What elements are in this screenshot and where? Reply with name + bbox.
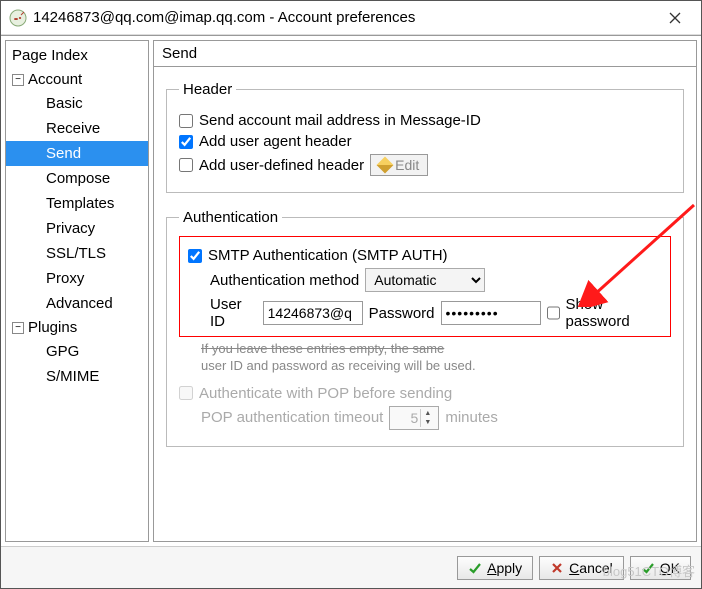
tree-header: Page Index bbox=[6, 43, 148, 68]
cancel-rest: ancel bbox=[579, 560, 612, 576]
spinner-buttons: ▲ ▼ bbox=[420, 409, 434, 427]
tree-item-privacy[interactable]: Privacy bbox=[6, 216, 148, 241]
close-icon bbox=[669, 12, 681, 24]
user-agent-label: Add user agent header bbox=[199, 133, 352, 150]
tree-item-compose[interactable]: Compose bbox=[6, 166, 148, 191]
pop-timeout-spinner: ▲ ▼ bbox=[389, 406, 439, 430]
collapse-icon[interactable]: − bbox=[12, 322, 24, 334]
edit-button-label: Edit bbox=[395, 157, 419, 173]
ok-rest: K bbox=[671, 560, 680, 576]
auth-hint: If you leave these entries empty, the sa… bbox=[201, 341, 671, 375]
auth-method-select[interactable]: Automatic bbox=[365, 268, 485, 292]
ok-icon bbox=[641, 561, 655, 575]
auth-hint-line2: user ID and password as receiving will b… bbox=[201, 358, 476, 373]
tree-item-receive[interactable]: Receive bbox=[6, 116, 148, 141]
pencil-icon bbox=[377, 157, 394, 174]
password-input[interactable] bbox=[441, 301, 541, 325]
user-defined-checkbox[interactable]: Add user-defined header bbox=[179, 157, 364, 174]
pane-body: Header Send account mail address in Mess… bbox=[153, 67, 697, 542]
send-msgid-checkbox[interactable]: Send account mail address in Message-ID bbox=[179, 112, 481, 129]
auth-method-label: Authentication method bbox=[210, 272, 359, 289]
window: 14246873@qq.com@imap.qq.com - Account pr… bbox=[0, 0, 702, 589]
show-password-label: Show password bbox=[566, 296, 663, 330]
dialog-body: Page Index − Account Basic Receive Send … bbox=[1, 35, 701, 546]
pop-before-label: Authenticate with POP before sending bbox=[199, 385, 452, 402]
tree-group-account[interactable]: − Account bbox=[6, 68, 148, 91]
spinner-down-icon: ▼ bbox=[421, 418, 434, 427]
password-label: Password bbox=[369, 305, 435, 322]
tree-item-ssltls[interactable]: SSL/TLS bbox=[6, 241, 148, 266]
collapse-icon[interactable]: − bbox=[12, 74, 24, 86]
smtp-auth-input[interactable] bbox=[188, 249, 202, 263]
cancel-button[interactable]: Cancel bbox=[539, 556, 624, 580]
smtp-auth-label: SMTP Authentication (SMTP AUTH) bbox=[208, 247, 448, 264]
pop-before-checkbox: Authenticate with POP before sending bbox=[179, 385, 452, 402]
ok-mnemonic: O bbox=[660, 560, 671, 576]
titlebar: 14246873@qq.com@imap.qq.com - Account pr… bbox=[1, 1, 701, 35]
app-icon bbox=[9, 9, 27, 27]
userid-input[interactable] bbox=[263, 301, 363, 325]
main-pane: Send Header bbox=[153, 40, 697, 542]
show-password-input[interactable] bbox=[547, 306, 560, 320]
tree-item-advanced[interactable]: Advanced bbox=[6, 291, 148, 316]
smtp-auth-checkbox[interactable]: SMTP Authentication (SMTP AUTH) bbox=[188, 247, 448, 264]
smtp-auth-highlight: SMTP Authentication (SMTP AUTH) Authenti… bbox=[179, 236, 671, 337]
authentication-legend: Authentication bbox=[179, 209, 282, 226]
apply-rest: pply bbox=[496, 560, 522, 576]
apply-button[interactable]: Apply bbox=[457, 556, 533, 580]
tree-item-gpg[interactable]: GPG bbox=[6, 339, 148, 364]
pane-title: Send bbox=[153, 40, 697, 67]
check-icon bbox=[468, 561, 482, 575]
cancel-icon bbox=[550, 561, 564, 575]
tree-item-smime[interactable]: S/MIME bbox=[6, 364, 148, 389]
auth-hint-line1: If you leave these entries empty, the sa… bbox=[201, 341, 444, 356]
send-msgid-input[interactable] bbox=[179, 114, 193, 128]
user-agent-input[interactable] bbox=[179, 135, 193, 149]
authentication-group: Authentication SMTP Authentication (SMTP… bbox=[166, 209, 684, 447]
pop-timeout-input bbox=[390, 410, 420, 426]
ok-button[interactable]: OK bbox=[630, 556, 691, 580]
userid-label: User ID bbox=[210, 296, 257, 330]
tree-group-label: Account bbox=[28, 71, 82, 88]
header-group: Header Send account mail address in Mess… bbox=[166, 81, 684, 193]
header-legend: Header bbox=[179, 81, 236, 98]
page-index-tree[interactable]: Page Index − Account Basic Receive Send … bbox=[5, 40, 149, 542]
pop-timeout-label: POP authentication timeout bbox=[201, 409, 383, 426]
tree-group-label: Plugins bbox=[28, 319, 77, 336]
show-password-checkbox[interactable]: Show password bbox=[547, 296, 663, 330]
spinner-up-icon: ▲ bbox=[421, 409, 434, 418]
send-msgid-label: Send account mail address in Message-ID bbox=[199, 112, 481, 129]
close-button[interactable] bbox=[655, 3, 695, 33]
tree-group-plugins[interactable]: − Plugins bbox=[6, 316, 148, 339]
tree-item-proxy[interactable]: Proxy bbox=[6, 266, 148, 291]
pop-before-input bbox=[179, 386, 193, 400]
user-defined-label: Add user-defined header bbox=[199, 157, 364, 174]
user-agent-checkbox[interactable]: Add user agent header bbox=[179, 133, 352, 150]
edit-button[interactable]: Edit bbox=[370, 154, 428, 176]
pop-timeout-unit: minutes bbox=[445, 409, 498, 426]
cancel-mnemonic: C bbox=[569, 560, 579, 576]
tree-item-basic[interactable]: Basic bbox=[6, 91, 148, 116]
dialog-button-bar: Apply Cancel OK bbox=[1, 546, 701, 588]
tree-item-templates[interactable]: Templates bbox=[6, 191, 148, 216]
window-title: 14246873@qq.com@imap.qq.com - Account pr… bbox=[33, 9, 655, 26]
user-defined-input[interactable] bbox=[179, 158, 193, 172]
tree-item-send[interactable]: Send bbox=[6, 141, 148, 166]
